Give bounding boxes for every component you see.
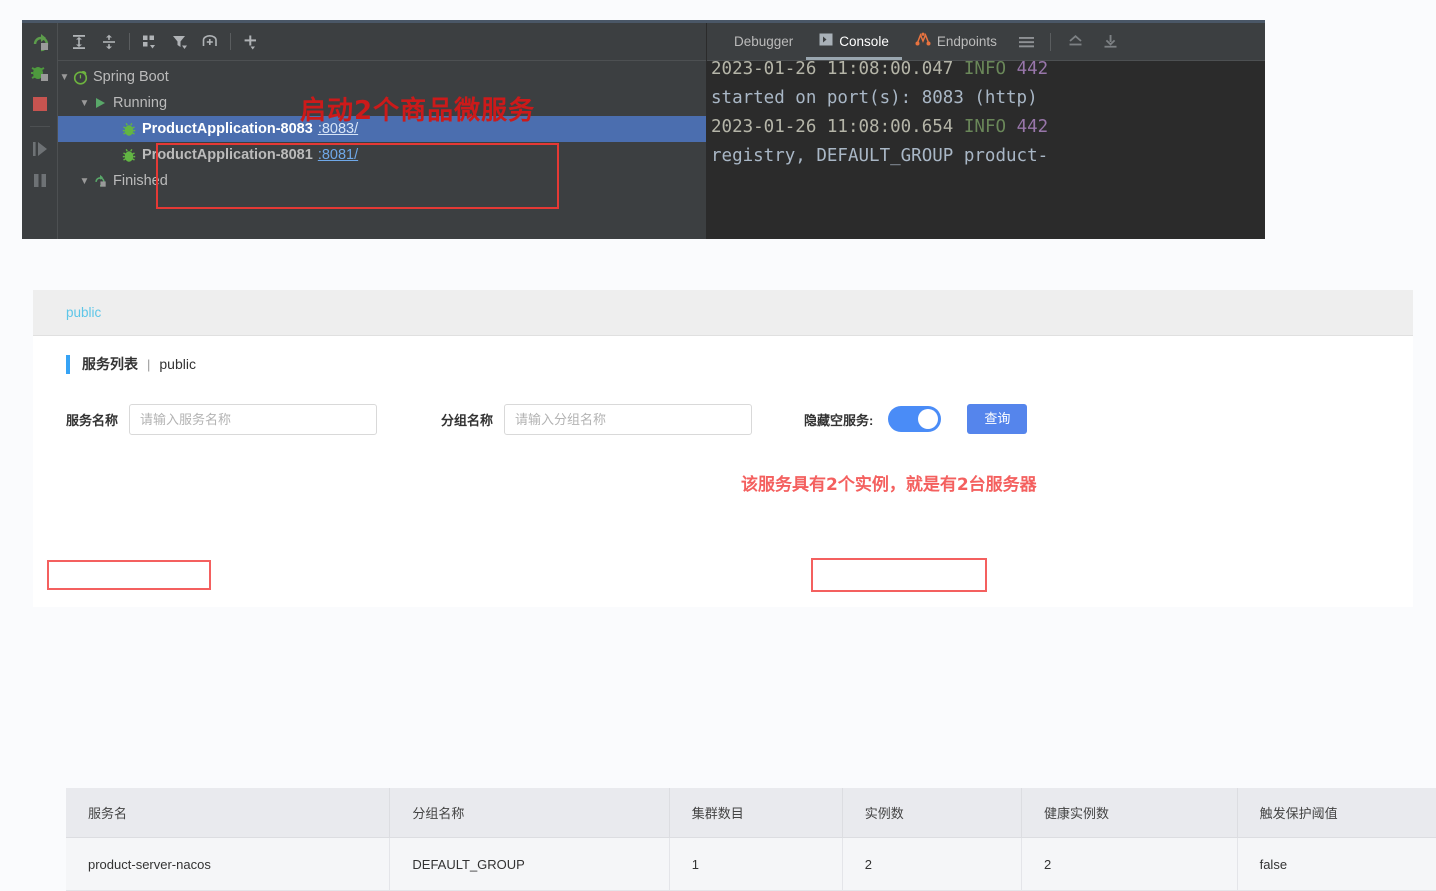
group-name-label: 分组名称	[441, 412, 494, 428]
log-timestamp: 2023-01-26 11:08:00.047	[711, 61, 954, 79]
tree-node-spring-boot[interactable]: ▼ Spring Boot	[58, 64, 706, 90]
table-row[interactable]: product-server-nacos DEFAULT_GROUP 1 2 2…	[66, 837, 1436, 891]
log-level: INFO	[963, 117, 1007, 137]
filter-icon[interactable]	[165, 29, 195, 55]
tree-node-label: Running	[113, 95, 168, 111]
stop-icon[interactable]	[29, 93, 51, 115]
console-side: Debugger Console Endpoints 2023-01-26 11…	[707, 23, 1265, 239]
tab-label: Console	[839, 34, 889, 49]
annotation-instance-count: 该服务具有2个实例，就是有2台服务器	[741, 475, 1037, 495]
group-by-icon[interactable]	[135, 29, 165, 55]
service-table: 服务名 分组名称 集群数目 实例数 健康实例数 触发保护阈值 product-s…	[66, 788, 1436, 891]
cell-healthy-instance-count: 2	[1021, 837, 1238, 891]
title-separator: |	[147, 356, 151, 372]
tree-node-label: ProductApplication-8083	[142, 121, 313, 137]
hide-empty-services-label: 隐藏空服务:	[804, 412, 874, 428]
rerun-small-icon	[91, 174, 109, 188]
column-header-cluster-count[interactable]: 集群数目	[669, 788, 843, 838]
service-name-label: 服务名称	[66, 412, 119, 428]
tab-label: Endpoints	[936, 34, 997, 49]
hide-empty-services-toggle[interactable]	[888, 406, 942, 432]
cell-service-name: product-server-nacos	[66, 837, 391, 891]
chevron-down-icon[interactable]: ▼	[78, 176, 91, 187]
title-accent-bar	[66, 354, 70, 374]
table-header-row: 服务名 分组名称 集群数目 实例数 健康实例数 触发保护阈值	[66, 788, 1436, 838]
ide-run-panel: ▼ Spring Boot ▼ Running ProductApplicati…	[22, 20, 1265, 239]
add-icon[interactable]	[236, 29, 266, 55]
soft-wrap-icon[interactable]	[1058, 23, 1093, 60]
column-header-group-name[interactable]: 分组名称	[389, 788, 670, 838]
column-header-instance-count[interactable]: 实例数	[842, 788, 1023, 838]
filter-row: 服务名称 分组名称 隐藏空服务: 查询	[33, 392, 1413, 446]
tree-node-label: Finished	[113, 173, 168, 189]
tree-toolbar	[58, 23, 706, 61]
log-pid: 442	[1016, 117, 1049, 137]
toolbar-divider	[129, 33, 130, 50]
tab-label: Debugger	[734, 34, 794, 49]
gutter-divider	[29, 126, 50, 127]
console-line: registry, DEFAULT_GROUP product-	[711, 142, 1265, 171]
run-icon	[91, 96, 109, 110]
log-timestamp: 2023-01-26 11:08:00.654	[711, 117, 954, 137]
ide-main-area: ▼ Spring Boot ▼ Running ProductApplicati…	[58, 23, 1265, 239]
log-level: INFO	[963, 61, 1007, 79]
app-port-link[interactable]: :8081/	[318, 147, 358, 163]
namespace-bar: public	[33, 290, 1413, 336]
pause-icon[interactable]	[29, 169, 51, 191]
console-icon	[819, 23, 833, 60]
resume-icon[interactable]	[29, 138, 51, 160]
run-dashboard-tree[interactable]: ▼ Spring Boot ▼ Running ProductApplicati…	[58, 61, 706, 239]
show-inline-icon[interactable]	[195, 29, 225, 55]
tree-node-label: Spring Boot	[93, 69, 169, 85]
console-toolbar-divider	[1049, 32, 1051, 51]
tree-node-product-8081[interactable]: ProductApplication-8081 :8081/	[58, 142, 706, 168]
tree-node-label: ProductApplication-8081	[142, 147, 313, 163]
log-text: registry, DEFAULT_GROUP product-	[711, 146, 1049, 166]
cell-cluster-count: 1	[669, 837, 843, 891]
chevron-down-icon[interactable]: ▼	[58, 72, 71, 83]
tab-debugger[interactable]: Debugger	[721, 23, 806, 60]
chevron-down-icon[interactable]: ▼	[78, 98, 91, 109]
ide-run-controls-gutter	[22, 23, 58, 239]
nacos-service-list-page: public 服务列表 | public 服务名称 分组名称 隐藏空服务: 查询…	[33, 290, 1436, 891]
page-title-namespace: public	[159, 356, 196, 372]
cell-protect-threshold: false	[1237, 837, 1436, 891]
cell-instance-count: 2	[842, 837, 1023, 891]
column-header-service-name[interactable]: 服务名	[66, 788, 391, 838]
scroll-to-end-icon[interactable]	[1093, 23, 1128, 60]
page-title: 服务列表 | public	[33, 336, 1413, 392]
console-line: 2023-01-26 11:08:00.047 INFO 442	[711, 61, 1265, 84]
debug-bug-icon	[120, 122, 138, 137]
column-header-healthy-instance-count[interactable]: 健康实例数	[1021, 788, 1238, 838]
cell-group-name: DEFAULT_GROUP	[389, 837, 670, 891]
service-name-input[interactable]	[129, 403, 378, 435]
spring-boot-icon	[71, 70, 89, 85]
tree-node-finished[interactable]: ▼ Finished	[58, 168, 706, 194]
log-pid: 442	[1016, 61, 1049, 79]
console-line: started on port(s): 8083 (http)	[711, 84, 1265, 113]
console-menu-icon[interactable]	[1010, 23, 1043, 60]
toolbar-divider-2	[230, 33, 231, 50]
group-name-input[interactable]	[504, 403, 753, 435]
expand-all-icon[interactable]	[64, 29, 94, 55]
page-title-label: 服务列表	[82, 356, 138, 372]
endpoints-icon	[915, 23, 931, 60]
ide-split-rows: ▼ Spring Boot ▼ Running ProductApplicati…	[58, 23, 1265, 239]
collapse-all-icon[interactable]	[94, 29, 124, 55]
console-line: 2023-01-26 11:08:00.654 INFO 442	[711, 113, 1265, 142]
debug-bug-icon	[120, 148, 138, 163]
query-button[interactable]: 查询	[967, 404, 1028, 434]
console-output[interactable]: 2023-01-26 11:08:00.047 INFO 442 started…	[707, 61, 1265, 239]
namespace-tab-public[interactable]: public	[66, 305, 101, 320]
log-text: started on port(s): 8083 (http)	[711, 88, 1038, 108]
rerun-icon[interactable]	[29, 31, 51, 53]
tab-console[interactable]: Console	[806, 23, 902, 60]
toggle-knob	[918, 409, 939, 429]
column-header-protect-threshold[interactable]: 触发保护阈值	[1237, 788, 1436, 838]
run-dashboard-tree-side: ▼ Spring Boot ▼ Running ProductApplicati…	[58, 23, 707, 239]
annotation-start-services: 启动2个商品微服务	[300, 96, 536, 126]
tab-endpoints[interactable]: Endpoints	[902, 23, 1010, 60]
debug-icon[interactable]	[29, 62, 51, 84]
console-tab-bar: Debugger Console Endpoints	[707, 23, 1265, 61]
